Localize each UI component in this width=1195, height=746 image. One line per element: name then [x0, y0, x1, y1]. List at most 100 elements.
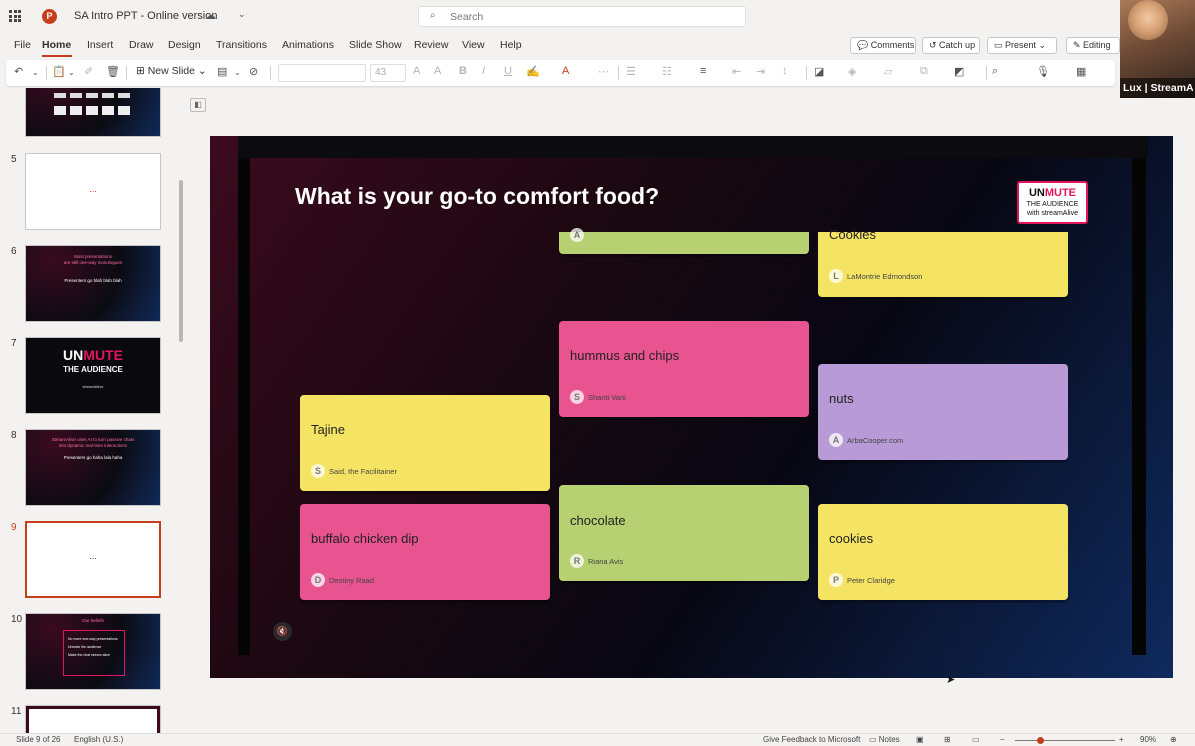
bold-icon[interactable]: B [459, 65, 467, 77]
response-card[interactable]: A [559, 228, 809, 254]
increase-indent-icon[interactable]: ⇥ [756, 65, 765, 78]
delete-slide-icon[interactable]: 🗑 [106, 65, 120, 78]
present-button[interactable]: ▭ Present ⌄ [987, 37, 1057, 54]
slide-thumb-4[interactable] [25, 88, 161, 137]
response-card[interactable]: Cookies L LaMontrie Edmondson [818, 227, 1068, 297]
shape-fill-icon[interactable]: ◈ [848, 65, 856, 78]
card-author: Shanti Vani [588, 393, 626, 402]
find-icon[interactable]: ⌕ [992, 65, 998, 78]
format-painter-icon[interactable]: ✐ [84, 65, 93, 78]
font-color-icon[interactable]: A [562, 65, 569, 77]
layout-dropdown-icon[interactable]: ⌄ [234, 68, 241, 77]
slide-number: 6 [11, 246, 17, 257]
mute-icon[interactable]: 🔇 [273, 622, 292, 641]
menu-design[interactable]: Design [168, 39, 201, 51]
thumbnail-scrollbar[interactable] [179, 180, 183, 342]
highlight-icon[interactable]: ✍ [526, 65, 540, 78]
card-avatar: P [829, 573, 843, 587]
thumb-10-line2: Unmute the audience [68, 645, 102, 649]
menu-transitions[interactable]: Transitions [216, 39, 267, 51]
slide-thumb-8[interactable]: StreamAlive uses AI to turn passive chat… [25, 429, 161, 506]
slide-canvas[interactable]: What is your go-to comfort food? UNMUTE … [210, 136, 1173, 678]
zoom-level[interactable]: 90% [1140, 735, 1156, 744]
zoom-slider-thumb[interactable] [1037, 737, 1044, 744]
editing-mode-button[interactable]: ✎ Editing [1066, 37, 1120, 54]
response-card[interactable]: nuts A ArbaCooper.com [818, 364, 1068, 460]
slide-thumb-6[interactable]: Most presentations are still one-way mon… [25, 245, 161, 322]
thumb-10-title: Our beliefs [82, 618, 104, 623]
font-size-select[interactable]: 43 [370, 64, 406, 82]
card-text: chocolate [570, 513, 626, 528]
hide-slide-icon[interactable]: ⊘ [249, 65, 258, 78]
decrease-indent-icon[interactable]: ⇤ [732, 65, 741, 78]
reading-view-icon[interactable]: ▭ [972, 735, 980, 744]
zoom-slider[interactable] [1015, 740, 1115, 741]
paste-icon[interactable]: 📋 [52, 65, 66, 78]
zoom-out-icon[interactable]: − [1000, 735, 1005, 744]
menu-help[interactable]: Help [500, 39, 522, 51]
ribbon-separator [806, 66, 807, 80]
search-box[interactable]: ⌕ Search [418, 6, 746, 27]
menu-slide-show[interactable]: Slide Show [349, 39, 402, 51]
card-avatar: A [829, 433, 843, 447]
slide-thumb-7[interactable]: UNMUTE THE AUDIENCE streamAlive [25, 337, 161, 414]
undo-icon[interactable]: ↶ [14, 65, 23, 78]
layout-icon[interactable]: ▤ [217, 65, 227, 78]
fit-to-window-icon[interactable]: ⊕ [1170, 735, 1177, 744]
menu-animations[interactable]: Animations [282, 39, 334, 51]
decrease-font-icon[interactable]: A [434, 65, 441, 77]
response-card[interactable]: hummus and chips S Shanti Vani [559, 321, 809, 417]
quick-styles-icon[interactable]: ◩ [954, 65, 964, 78]
slide-thumb-5[interactable]: ... [25, 153, 161, 230]
zoom-in-icon[interactable]: + [1119, 735, 1124, 744]
designer-icon[interactable]: ▦ [1076, 65, 1086, 78]
increase-font-icon[interactable]: A [413, 65, 420, 77]
menu-insert[interactable]: Insert [87, 39, 113, 51]
more-font-options-icon[interactable]: ⋯ [598, 65, 609, 78]
slide-title[interactable]: What is your go-to comfort food? [295, 183, 659, 210]
normal-view-icon[interactable]: ▣ [916, 735, 924, 744]
feedback-link[interactable]: Give Feedback to Microsoft [763, 735, 860, 744]
menu-review[interactable]: Review [414, 39, 448, 51]
underline-icon[interactable]: U [504, 65, 512, 77]
comments-button[interactable]: 💬 Comments [850, 37, 916, 54]
document-title[interactable]: SA Intro PPT - Online version [74, 10, 217, 22]
catch-up-button[interactable]: ↺ Catch up [922, 37, 980, 54]
language-indicator[interactable]: English (U.S.) [74, 735, 123, 744]
menu-draw[interactable]: Draw [129, 39, 154, 51]
logo-line1: UNMUTE [1019, 187, 1086, 200]
line-spacing-icon[interactable]: ↕ [782, 65, 788, 77]
card-author: Said, the Facilitainer [329, 467, 397, 476]
slide-thumb-11[interactable] [25, 705, 161, 733]
title-chevron-down-icon[interactable]: ⌄ [238, 9, 246, 20]
paste-dropdown-icon[interactable]: ⌄ [68, 68, 75, 77]
menu-view[interactable]: View [462, 39, 485, 51]
response-card[interactable]: chocolate R Riana Avis [559, 485, 809, 581]
menu-file[interactable]: File [14, 39, 31, 51]
card-avatar: R [570, 554, 584, 568]
notes-button[interactable]: ▭ Notes [869, 735, 900, 744]
menu-home[interactable]: Home [42, 39, 71, 51]
shape-outline-icon[interactable]: ▱ [884, 65, 892, 78]
collapse-pane-icon[interactable]: ◧ [190, 98, 206, 112]
arrange-icon[interactable]: ⧉ [920, 65, 928, 78]
shapes-icon[interactable]: ◪ [814, 65, 824, 78]
slide-thumb-9-selected[interactable]: ... [25, 521, 161, 598]
response-card[interactable]: buffalo chicken dip D Destiny Raad [300, 504, 550, 600]
app-launcher-icon[interactable] [9, 10, 21, 22]
slide-thumb-10[interactable]: Our beliefs No more one-way presentation… [25, 613, 161, 690]
undo-dropdown-icon[interactable]: ⌄ [32, 68, 39, 77]
response-card[interactable]: Tajine S Said, the Facilitainer [300, 395, 550, 491]
slide-sorter-icon[interactable]: ⊞ [944, 735, 951, 744]
font-family-select[interactable] [278, 64, 366, 82]
numbering-icon[interactable]: ☷ [662, 65, 672, 78]
dictate-icon[interactable]: 🎙 [1036, 65, 1050, 78]
bullets-icon[interactable]: ☰ [626, 65, 636, 78]
italic-icon[interactable]: I [482, 65, 485, 77]
response-card[interactable]: cookies P Peter Claridge [818, 504, 1068, 600]
card-text: nuts [829, 391, 854, 406]
new-slide-label: New Slide [147, 65, 195, 77]
new-slide-button[interactable]: ⊞ New Slide ⌄ [136, 65, 207, 77]
align-icon[interactable]: ≡ [700, 65, 706, 77]
card-avatar: S [311, 464, 325, 478]
